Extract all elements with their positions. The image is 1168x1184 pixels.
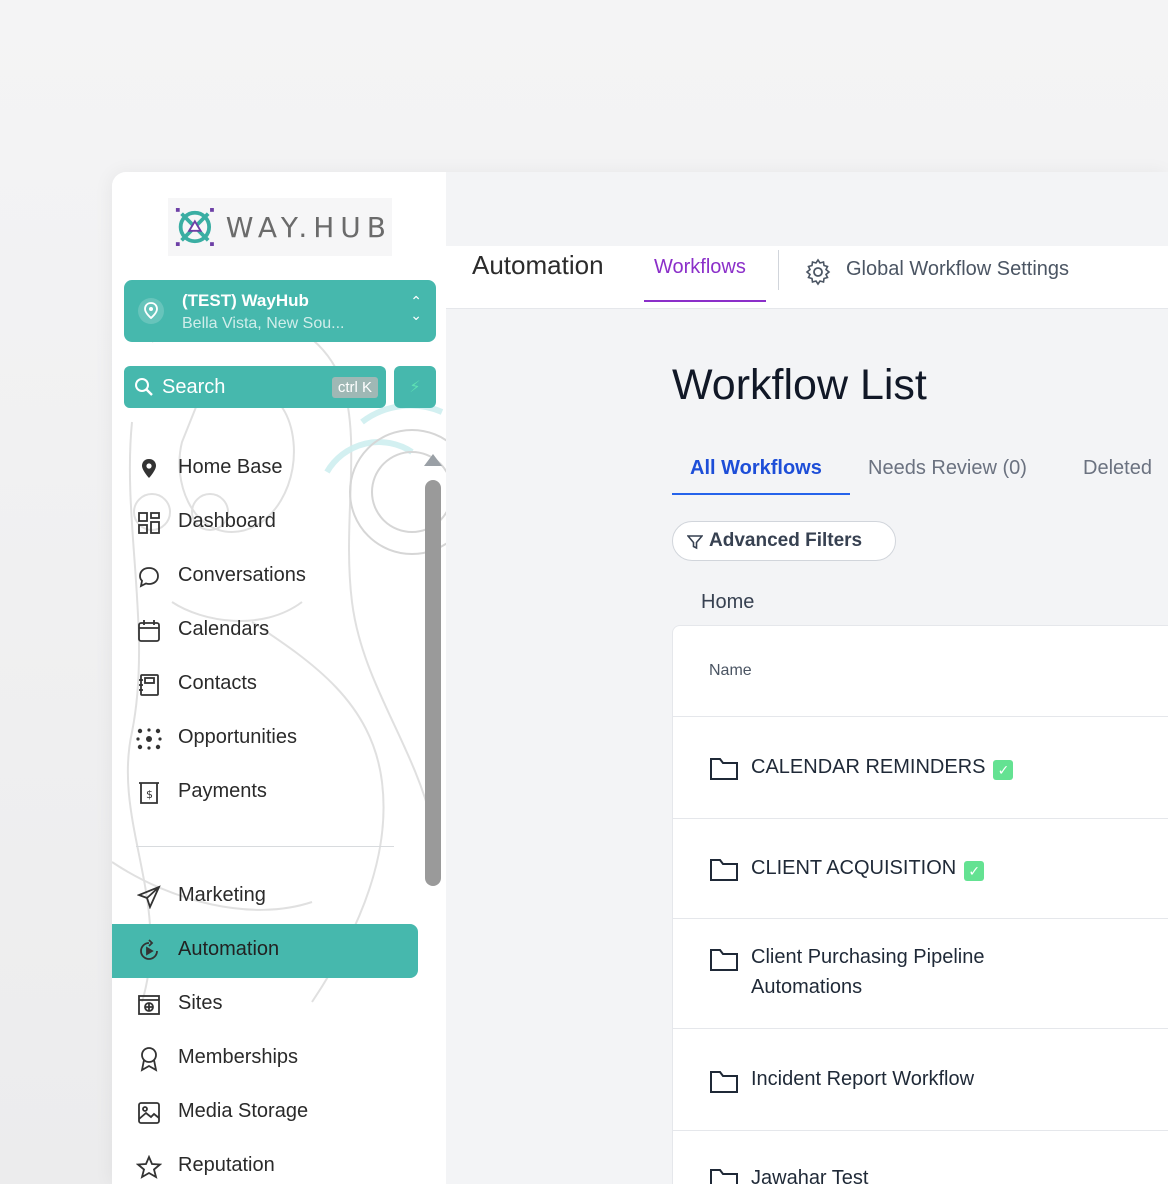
- brand-name: WAY.HUB: [225, 210, 392, 244]
- active-tab-indicator: [672, 493, 850, 495]
- filter-icon: [687, 535, 703, 550]
- table-row[interactable]: Client Purchasing Pipeline Automations: [673, 918, 1168, 1029]
- location-switcher[interactable]: (TEST) WayHub Bella Vista, New Sou... ⌃ ⌄: [124, 280, 436, 342]
- globe-window-icon: [136, 993, 162, 1017]
- network-icon: [136, 727, 162, 751]
- workflow-folder-name[interactable]: CLIENT ACQUISITION ✓: [751, 853, 985, 883]
- main-content: Workflow List All Workflows Needs Review…: [446, 309, 1168, 1184]
- chat-bubble-icon: [136, 565, 162, 589]
- sidebar-scrollbar[interactable]: [425, 480, 441, 886]
- folder-icon: [710, 1169, 738, 1184]
- sidebar-item-label: Contacts: [178, 672, 257, 694]
- table-row[interactable]: CALENDAR REMINDERS ✓: [673, 717, 1168, 819]
- award-icon: [136, 1047, 162, 1072]
- calendar-icon: [136, 619, 162, 643]
- sidebar-item-marketing[interactable]: Marketing: [112, 870, 418, 924]
- search-label: Search: [162, 376, 226, 398]
- workflow-folder-name[interactable]: Client Purchasing Pipeline Automations: [751, 942, 984, 1002]
- global-workflow-settings-link[interactable]: Global Workflow Settings: [846, 258, 1069, 281]
- advanced-filters-button[interactable]: Advanced Filters: [672, 521, 896, 561]
- advanced-filters-label: Advanced Filters: [709, 530, 863, 551]
- chevron-up-down-icon: ⌃ ⌄: [410, 293, 422, 323]
- scroll-up-arrow[interactable]: [424, 454, 442, 466]
- wayhub-logo-icon: [175, 208, 214, 246]
- location-pin-icon: [138, 298, 164, 324]
- tab-label: Workflows: [654, 256, 746, 278]
- sidebar-item-label: Memberships: [178, 1046, 299, 1068]
- workflow-table: Name CALENDAR REMINDERS ✓ CLIENT ACQUISIT…: [672, 625, 1168, 1184]
- sidebar-item-contacts[interactable]: Contacts: [112, 658, 418, 712]
- sidebar-item-label: Payments: [178, 780, 267, 802]
- table-row[interactable]: Jawahar Test: [673, 1130, 1168, 1184]
- top-bar: [446, 172, 1168, 246]
- sidebar: WAY.HUB (TEST) WayHub Bella Vista, New S…: [112, 172, 446, 1184]
- sidebar-item-label: Dashboard: [178, 510, 276, 532]
- sidebar-item-label: Calendars: [178, 618, 270, 640]
- paper-plane-icon: [136, 885, 162, 909]
- folder-icon: [710, 949, 738, 971]
- sidebar-item-automation[interactable]: Automation: [112, 924, 418, 978]
- header-divider: [778, 250, 779, 290]
- search-button[interactable]: Search ctrl K: [124, 366, 386, 408]
- sidebar-item-calendars[interactable]: Calendars: [112, 604, 418, 658]
- sidebar-item-label: Marketing: [178, 884, 266, 906]
- folder-icon: [710, 758, 738, 780]
- sidebar-item-opportunities[interactable]: Opportunities: [112, 712, 418, 766]
- lightning-icon: ⚡: [409, 379, 421, 396]
- folder-icon: [710, 859, 738, 881]
- table-row[interactable]: CLIENT ACQUISITION ✓: [673, 818, 1168, 919]
- sidebar-item-label: Reputation: [178, 1154, 275, 1176]
- check-icon: ✓: [964, 861, 985, 881]
- sidebar-item-sites[interactable]: Sites: [112, 978, 418, 1032]
- search-icon: [135, 378, 153, 396]
- sidebar-item-payments[interactable]: $ Payments: [112, 766, 418, 820]
- automation-icon: [136, 939, 162, 963]
- sidebar-item-home-base[interactable]: Home Base: [112, 442, 418, 496]
- workflow-folder-name[interactable]: Jawahar Test: [751, 1163, 868, 1184]
- location-address: Bella Vista, New Sou...: [182, 315, 345, 332]
- workflow-folder-name[interactable]: CALENDAR REMINDERS ✓: [751, 752, 1014, 782]
- sidebar-item-label: Automation: [178, 938, 280, 960]
- app-window: WAY.HUB (TEST) WayHub Bella Vista, New S…: [112, 172, 1168, 1184]
- column-header-name[interactable]: Name: [709, 662, 752, 680]
- sidebar-divider: [136, 846, 394, 847]
- gear-icon[interactable]: [804, 258, 832, 286]
- sidebar-item-label: Conversations: [178, 564, 306, 586]
- table-row[interactable]: Incident Report Workflow: [673, 1028, 1168, 1131]
- module-header: Automation Workflows Global Workflow Set…: [446, 246, 1168, 309]
- workflow-folder-name[interactable]: Incident Report Workflow: [751, 1064, 974, 1094]
- search-shortcut: ctrl K: [331, 377, 378, 398]
- tab-deleted[interactable]: Deleted: [1083, 457, 1152, 480]
- star-icon: [136, 1155, 162, 1179]
- sidebar-item-label: Media Storage: [178, 1100, 309, 1122]
- sidebar-item-memberships[interactable]: Memberships: [112, 1032, 418, 1086]
- map-pin-icon: [136, 457, 162, 481]
- quick-actions-button[interactable]: ⚡: [394, 366, 436, 408]
- sidebar-item-label: Home Base: [178, 456, 283, 478]
- check-icon: ✓: [993, 760, 1014, 780]
- sidebar-item-conversations[interactable]: Conversations: [112, 550, 418, 604]
- image-icon: [136, 1101, 162, 1125]
- workflow-tabs: All Workflows Needs Review (0) Deleted: [672, 451, 1168, 495]
- location-name: (TEST) WayHub: [182, 291, 309, 310]
- sidebar-item-media-storage[interactable]: Media Storage: [112, 1086, 418, 1140]
- tab-all-workflows[interactable]: All Workflows: [690, 457, 822, 480]
- module-title: Automation: [472, 250, 604, 280]
- sidebar-item-reputation[interactable]: Reputation: [112, 1140, 418, 1184]
- sidebar-item-label: Opportunities: [178, 726, 297, 748]
- tab-workflows[interactable]: Workflows: [644, 246, 766, 302]
- table-header: Name: [673, 626, 1168, 717]
- breadcrumb[interactable]: Home: [701, 591, 754, 614]
- page-title: Workflow List: [672, 361, 927, 409]
- sidebar-item-dashboard[interactable]: Dashboard: [112, 496, 418, 550]
- sidebar-item-label: Sites: [178, 992, 223, 1014]
- folder-icon: [710, 1071, 738, 1093]
- tab-needs-review[interactable]: Needs Review (0): [868, 457, 1027, 480]
- contact-book-icon: [136, 673, 162, 697]
- svg-text:$: $: [146, 788, 153, 801]
- brand-logo[interactable]: WAY.HUB: [168, 198, 392, 256]
- receipt-icon: $: [136, 781, 162, 805]
- grid-icon: [136, 511, 162, 535]
